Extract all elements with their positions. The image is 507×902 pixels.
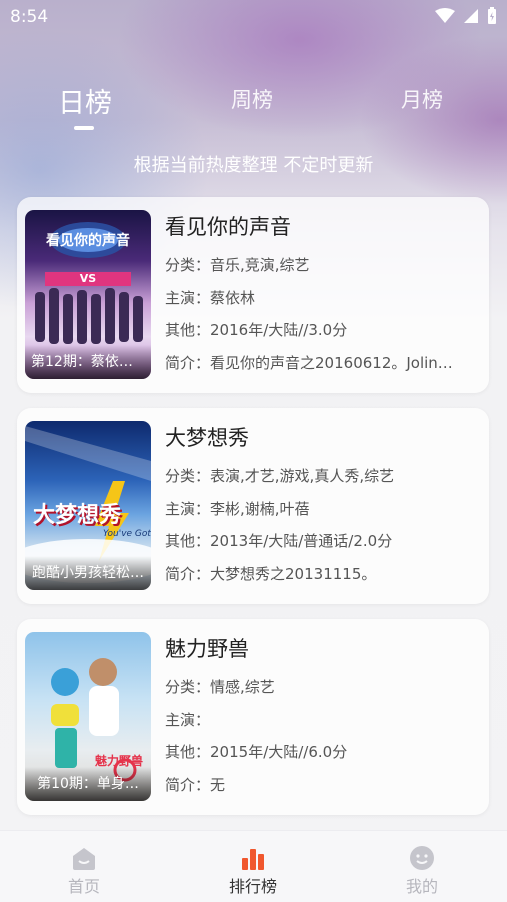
status-icons (435, 7, 497, 25)
item-title: 魅力野兽 (165, 637, 249, 661)
poster-caption: 跑酷小男孩轻松… (25, 556, 151, 590)
item-cast: 主演：蔡依林 (165, 282, 480, 315)
bottom-nav: 首页 排行榜 我的 (0, 830, 507, 902)
item-other: 其他：2013年/大陆/普通话/2.0分 (165, 525, 480, 558)
item-cast: 主演： (165, 704, 480, 737)
nav-home-label: 首页 (67, 877, 100, 896)
intro-value: 无 (210, 775, 226, 794)
item-intro: 简介：无 (165, 769, 480, 802)
item-other: 其他：2015年/大陆//6.0分 (165, 736, 480, 769)
other-label: 其他： (165, 532, 211, 550)
item-category: 分类：表演,才艺,游戏,真人秀,综艺 (165, 460, 480, 493)
tab-monthly[interactable]: 月榜 (401, 84, 443, 114)
nav-profile[interactable]: 我的 (362, 845, 482, 897)
item-cast: 主演：李彬,谢楠,叶蓓 (165, 493, 480, 526)
poster-image: 魅力野兽 第10期：单身… (25, 632, 151, 801)
item-category: 分类：音乐,竞演,综艺 (165, 249, 480, 282)
tab-daily[interactable]: 日榜 (58, 81, 112, 120)
intro-label: 简介： (165, 564, 211, 583)
ranking-card[interactable]: 大梦想秀 You've Got 跑酷小男孩轻松… 大梦想秀 分类：表演,才艺,游… (17, 408, 489, 604)
status-bar: 8:54 (0, 0, 507, 34)
ranking-card[interactable]: 魅力野兽 第10期：单身… 魅力野兽 分类：情感,综艺 主演： 其他：2015年… (17, 619, 489, 815)
signal-icon (464, 9, 478, 23)
other-label: 其他： (165, 321, 211, 339)
cast-label: 主演： (165, 710, 211, 729)
ranking-card[interactable]: 看见你的声音 VS 第12期：蔡依林… 看见你的声音 分类：音乐,竞演,综艺 主… (17, 197, 489, 393)
intro-label: 简介： (165, 775, 211, 794)
poster-title: 看见你的声音 (46, 233, 130, 249)
category-label: 分类： (165, 467, 211, 485)
nav-home[interactable]: 首页 (24, 845, 144, 897)
profile-face-icon (410, 846, 434, 870)
intro-value: 看见你的声音之20160612。Jolin… (210, 353, 453, 372)
other-value: 2016年/大陆//3.0分 (210, 321, 348, 339)
nav-ranking[interactable]: 排行榜 (193, 845, 313, 897)
cast-value: 李彬,谢楠,叶蓓 (210, 499, 310, 518)
poster-image: 大梦想秀 You've Got 跑酷小男孩轻松… (25, 421, 151, 590)
ranking-tabs: 日榜 周榜 月榜 (0, 84, 507, 134)
nav-ranking-label: 排行榜 (228, 877, 277, 896)
category-value: 情感,综艺 (210, 678, 275, 696)
intro-label: 简介： (165, 353, 211, 372)
poster-caption: 第12期：蔡依林… (25, 345, 151, 379)
cast-label: 主演： (165, 288, 211, 307)
other-value: 2015年/大陆//6.0分 (210, 743, 348, 761)
item-info: 大梦想秀 分类：表演,才艺,游戏,真人秀,综艺 主演：李彬,谢楠,叶蓓 其他：2… (165, 422, 480, 590)
bar-chart-icon (242, 849, 264, 870)
item-info: 魅力野兽 分类：情感,综艺 主演： 其他：2015年/大陆//6.0分 简介：无 (165, 633, 480, 801)
category-value: 表演,才艺,游戏,真人秀,综艺 (210, 467, 395, 485)
cast-value: 蔡依林 (210, 288, 256, 307)
item-intro: 简介：大梦想秀之20131115。 (165, 558, 480, 591)
status-time: 8:54 (10, 7, 49, 27)
poster-badge: You've Got (103, 529, 151, 539)
tab-indicator (74, 126, 94, 130)
other-value: 2013年/大陆/普通话/2.0分 (210, 532, 393, 550)
home-icon (73, 848, 95, 870)
tab-weekly[interactable]: 周榜 (231, 84, 273, 114)
wifi-icon (435, 8, 455, 23)
item-intro: 简介：看见你的声音之20160612。Jolin… (165, 347, 480, 380)
poster-caption: 第10期：单身… (25, 767, 151, 801)
poster-badge: VS (79, 272, 97, 285)
battery-icon (488, 7, 496, 24)
item-info: 看见你的声音 分类：音乐,竞演,综艺 主演：蔡依林 其他：2016年/大陆//3… (165, 211, 480, 379)
intro-value: 大梦想秀之20131115。 (210, 564, 377, 583)
nav-profile-label: 我的 (405, 877, 438, 896)
category-value: 音乐,竞演,综艺 (210, 256, 310, 274)
ranking-subtitle: 根据当前热度整理 不定时更新 (133, 155, 374, 176)
cast-label: 主演： (165, 499, 211, 518)
other-label: 其他： (165, 743, 211, 761)
item-title: 看见你的声音 (165, 215, 291, 239)
category-label: 分类： (165, 256, 211, 274)
poster-image: 看见你的声音 VS 第12期：蔡依林… (25, 210, 151, 379)
item-title: 大梦想秀 (165, 426, 249, 450)
category-label: 分类： (165, 678, 211, 696)
poster-title: 大梦想秀 (33, 503, 122, 528)
item-other: 其他：2016年/大陆//3.0分 (165, 314, 480, 347)
item-category: 分类：情感,综艺 (165, 671, 480, 704)
